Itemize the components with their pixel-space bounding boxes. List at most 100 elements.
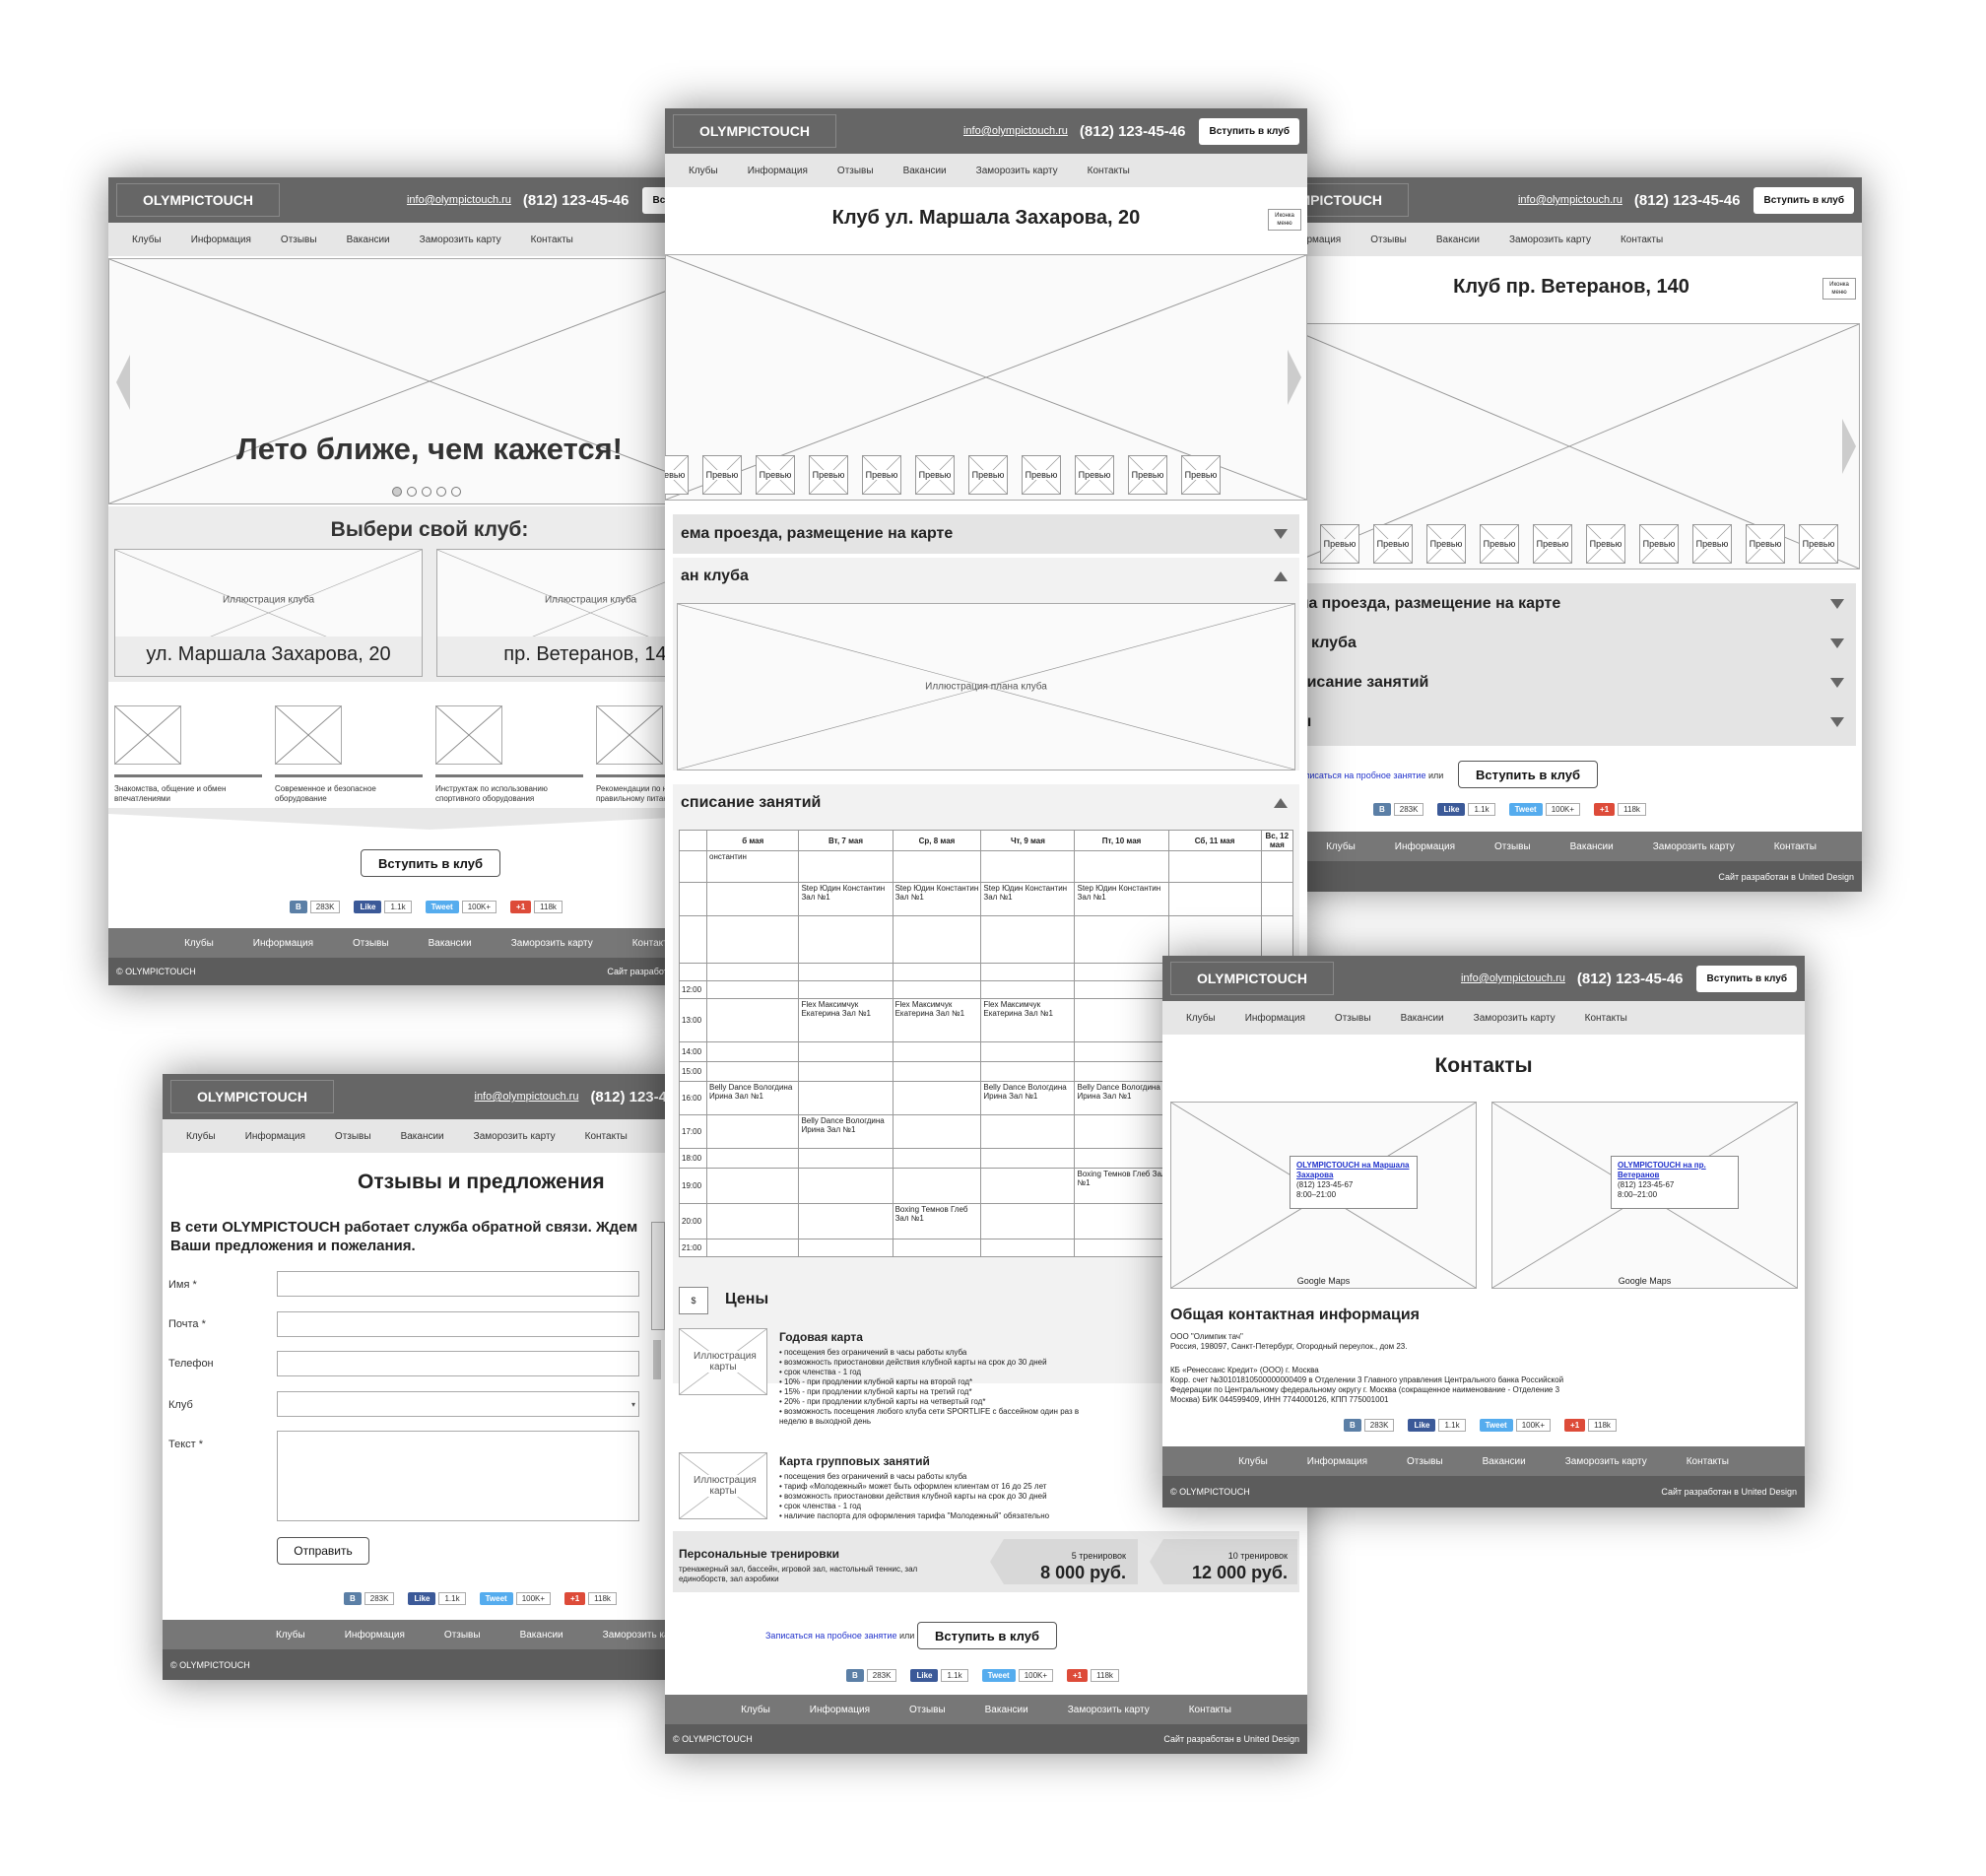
gallery-thumbnail[interactable]: Превью	[915, 455, 955, 495]
vk-share-button[interactable]: В 283K	[344, 1592, 395, 1605]
nav-item[interactable]: Информация	[191, 234, 251, 245]
map[interactable]: Google Maps OLYMPICTOUCH на Маршала Заха…	[1170, 1102, 1477, 1289]
gallery-thumbnail[interactable]: Превью	[1533, 524, 1572, 564]
gallery-thumbnail[interactable]: Превью	[1799, 524, 1838, 564]
nav-item[interactable]: Клубы	[132, 234, 162, 245]
footer-nav-item[interactable]: Вакансии	[1570, 841, 1614, 852]
gplus-button[interactable]: +1 118k	[1067, 1669, 1119, 1682]
footer-nav-item[interactable]: Вакансии	[985, 1705, 1028, 1715]
footer-nav-item[interactable]: Клубы	[741, 1705, 770, 1715]
logo[interactable]: OLYMPICTOUCH	[116, 183, 281, 217]
footer-nav-item[interactable]: Вакансии	[1483, 1456, 1526, 1467]
gplus-button[interactable]: +1 118k	[510, 901, 563, 913]
footer-nav-item[interactable]: Заморозить карту	[1653, 841, 1735, 852]
footer-nav-item[interactable]: Информация	[1395, 841, 1455, 852]
credits[interactable]: Сайт разработан в United Design	[1661, 1487, 1797, 1497]
gallery-thumbnail[interactable]: Превью	[1639, 524, 1679, 564]
footer-nav-item[interactable]: Вакансии	[520, 1630, 563, 1641]
fb-like-button[interactable]: Like 1.1k	[354, 901, 412, 913]
nav-item[interactable]: Информация	[245, 1131, 305, 1142]
schedule-cell[interactable]: Flex Максимчук Екатерина Зал №1	[892, 998, 982, 1042]
slider-dot[interactable]	[436, 487, 446, 497]
fb-like-button[interactable]: Like 1.1k	[1408, 1419, 1466, 1432]
footer-nav-item[interactable]: Контакты	[1687, 1456, 1729, 1467]
footer-nav-item[interactable]: Заморозить карту	[1068, 1705, 1150, 1715]
accordion-plan[interactable]: ан клуба	[673, 558, 1299, 595]
credits[interactable]: Сайт разработан в United Design	[1163, 1734, 1299, 1744]
fb-like-button[interactable]: Like 1.1k	[1437, 803, 1495, 816]
schedule-cell[interactable]: онстантин	[705, 850, 800, 883]
vk-share-button[interactable]: В 283K	[846, 1669, 897, 1682]
nav-item[interactable]: Отзывы	[281, 234, 317, 245]
footer-nav-item[interactable]: Отзывы	[353, 938, 389, 949]
phone-field[interactable]	[277, 1351, 639, 1376]
next-arrow-icon[interactable]	[1288, 350, 1301, 405]
fb-like-button[interactable]: Like 1.1k	[910, 1669, 968, 1682]
vk-share-button[interactable]: В 283K	[1344, 1419, 1395, 1432]
accordion-schedule[interactable]: списание занятий	[1281, 664, 1856, 702]
schedule-cell[interactable]: Step Юдин Константин Зал №1	[892, 882, 982, 916]
logo[interactable]: OLYMPICTOUCH	[1170, 962, 1335, 995]
next-arrow-icon[interactable]	[1842, 419, 1856, 474]
footer-nav-item[interactable]: Контакты	[1189, 1705, 1231, 1715]
footer-nav-item[interactable]: Информация	[345, 1630, 405, 1641]
trial-link[interactable]: Записаться на пробное занятие	[765, 1631, 896, 1641]
map[interactable]: Google Maps OLYMPICTOUCH на пр. Ветерано…	[1491, 1102, 1798, 1289]
nav-item[interactable]: Вакансии	[1436, 234, 1480, 245]
name-field[interactable]	[277, 1271, 639, 1297]
submit-button[interactable]: Отправить	[277, 1537, 369, 1565]
nav-item[interactable]: Вакансии	[401, 1131, 444, 1142]
accordion-schedule[interactable]: списание занятий	[673, 784, 1299, 822]
schedule-cell[interactable]: Step Юдин Константин Зал №1	[1074, 882, 1169, 916]
slider-dot[interactable]	[451, 487, 461, 497]
nav-item[interactable]: Отзывы	[1335, 1013, 1371, 1024]
gallery-thumbnail[interactable]: Превью	[1181, 455, 1221, 495]
club-card[interactable]: Иллюстрация клуба ул. Маршала Захарова, …	[114, 549, 423, 677]
nav-item[interactable]: Заморозить карту	[420, 234, 501, 245]
email-link[interactable]: info@olympictouch.ru	[1461, 972, 1565, 984]
text-area[interactable]	[277, 1431, 639, 1521]
nav-item[interactable]: Вакансии	[347, 234, 390, 245]
footer-nav-item[interactable]: Отзывы	[444, 1630, 481, 1641]
nav-item[interactable]: Контакты	[1621, 234, 1663, 245]
nav-item[interactable]: Клубы	[1186, 1013, 1216, 1024]
menu-icon[interactable]: Иконка меню	[1268, 209, 1301, 231]
join-button[interactable]: Вступить в клуб	[1696, 965, 1797, 992]
nav-item[interactable]: Контакты	[531, 234, 573, 245]
email-link[interactable]: info@olympictouch.ru	[475, 1091, 579, 1103]
accordion-route[interactable]: ема проезда, размещение на карте	[1281, 585, 1856, 623]
gallery-thumbnail[interactable]: Превью	[1373, 524, 1413, 564]
logo[interactable]: OLYMPICTOUCH	[170, 1080, 335, 1113]
prev-arrow-icon[interactable]	[116, 355, 130, 410]
join-button[interactable]: Вступить в клуб	[1458, 761, 1598, 788]
slider-dot[interactable]	[392, 487, 402, 497]
email-link[interactable]: info@olympictouch.ru	[1518, 194, 1622, 206]
nav-item[interactable]: Информация	[1245, 1013, 1305, 1024]
club-select[interactable]: ▾	[277, 1391, 639, 1417]
nav-item[interactable]: Вакансии	[1401, 1013, 1444, 1024]
footer-nav-item[interactable]: Вакансии	[429, 938, 472, 949]
gallery-thumbnail[interactable]: Превью	[1746, 524, 1785, 564]
gplus-button[interactable]: +1 118k	[1594, 803, 1646, 816]
accordion-plan[interactable]: ан клуба	[1281, 625, 1856, 662]
nav-item[interactable]: Заморозить карту	[474, 1131, 556, 1142]
footer-nav-item[interactable]: Клубы	[184, 938, 214, 949]
vk-share-button[interactable]: В 283K	[1373, 803, 1424, 816]
tweet-button[interactable]: Tweet 100K+	[1508, 803, 1581, 816]
gplus-button[interactable]: +1 118k	[564, 1592, 617, 1605]
accordion-prices[interactable]: ны	[1281, 704, 1856, 741]
join-button[interactable]: Вступить в клуб	[917, 1622, 1057, 1649]
nav-item[interactable]: Клубы	[186, 1131, 216, 1142]
schedule-cell[interactable]: Boxing Темнов Глеб Зал №1	[1074, 1168, 1169, 1204]
footer-nav-item[interactable]: Информация	[253, 938, 313, 949]
slider-dot[interactable]	[422, 487, 431, 497]
gallery-thumbnail[interactable]: Превью	[1586, 524, 1625, 564]
email-link[interactable]: info@olympictouch.ru	[963, 125, 1068, 137]
map-popup-link[interactable]: OLYMPICTOUCH на пр. Ветеранов	[1618, 1161, 1732, 1180]
gplus-button[interactable]: +1 118k	[1564, 1419, 1617, 1432]
slider-dot[interactable]	[407, 487, 417, 497]
accordion-route[interactable]: ема проезда, размещение на карте	[673, 514, 1299, 554]
nav-item[interactable]: Отзывы	[1370, 234, 1407, 245]
nav-item[interactable]: Заморозить карту	[976, 166, 1058, 176]
gallery-thumbnail[interactable]: Превью	[1075, 455, 1114, 495]
